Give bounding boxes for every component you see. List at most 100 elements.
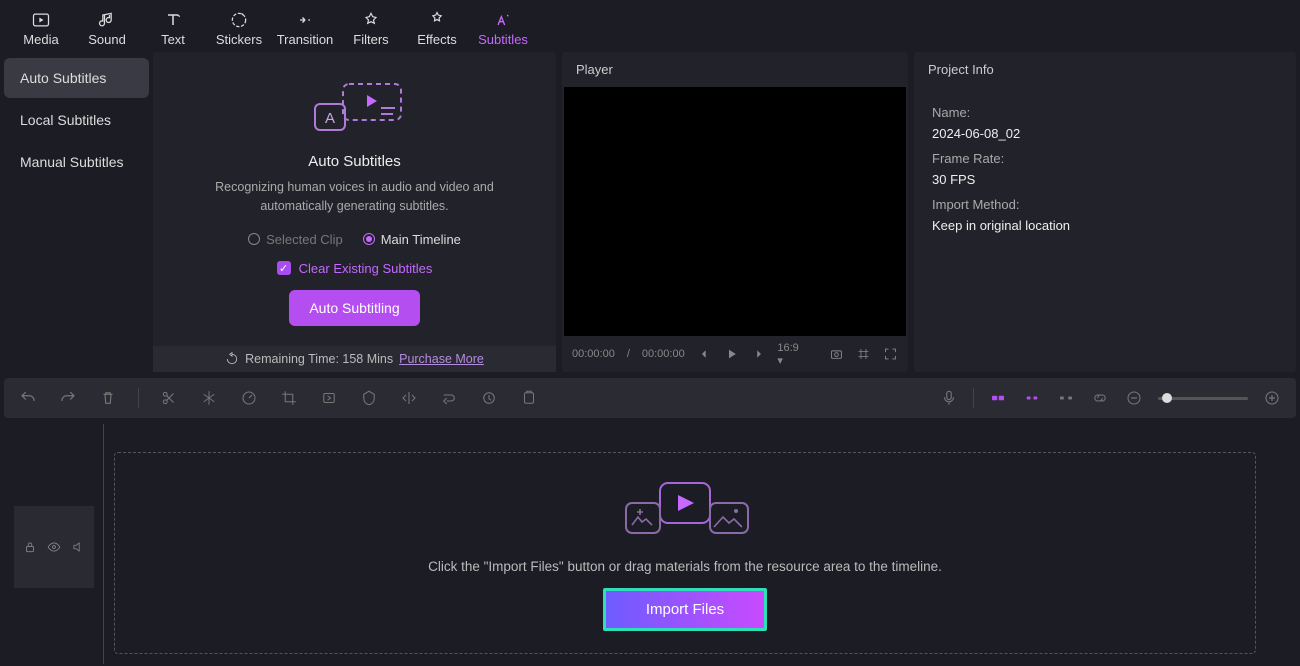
speed-icon[interactable] (239, 388, 259, 408)
tool-subtitles[interactable]: Subtitles (470, 4, 536, 52)
play-icon[interactable] (724, 346, 739, 362)
zoom-slider[interactable] (1158, 397, 1248, 400)
effects-icon (427, 10, 447, 30)
freeze-icon[interactable] (199, 388, 219, 408)
snap-icon[interactable] (1056, 388, 1076, 408)
magnet-small-icon[interactable] (1022, 388, 1042, 408)
magnet-large-icon[interactable] (988, 388, 1008, 408)
tool-label: Media (23, 32, 58, 47)
time-current: 00:00:00 (572, 348, 615, 360)
remaining-time-bar: Remaining Time: 158 Mins Purchase More (153, 346, 556, 372)
subtitles-icon (493, 10, 513, 30)
project-info-header: Project Info (914, 52, 1296, 87)
fps-label: Frame Rate: (932, 151, 1278, 166)
grid-icon[interactable] (856, 346, 871, 362)
text-icon (163, 10, 183, 30)
snapshot-icon[interactable] (829, 346, 844, 362)
checkmark-icon: ✓ (277, 261, 291, 275)
tool-effects[interactable]: Effects (404, 4, 470, 52)
zoom-out-icon[interactable] (1124, 388, 1144, 408)
marker-icon[interactable] (519, 388, 539, 408)
tool-label: Filters (353, 32, 388, 47)
timeline-toolbar (4, 378, 1296, 418)
import-method-label: Import Method: (932, 197, 1278, 212)
drop-zone-hero-icon (610, 475, 760, 545)
rotate-icon[interactable] (439, 388, 459, 408)
radio-label: Main Timeline (381, 232, 461, 247)
keyframe-icon[interactable] (479, 388, 499, 408)
eye-icon[interactable] (47, 540, 61, 554)
checkbox-label: Clear Existing Subtitles (299, 261, 433, 276)
zoom-thumb[interactable] (1162, 393, 1172, 403)
name-value: 2024-06-08_02 (932, 126, 1278, 141)
delete-icon[interactable] (98, 388, 118, 408)
auto-subtitles-panel: A Auto Subtitles Recognizing human voice… (153, 52, 556, 372)
track-header-column (4, 424, 104, 664)
refresh-icon (225, 352, 239, 366)
player-viewport[interactable] (564, 87, 906, 336)
auto-subtitling-button[interactable]: Auto Subtitling (289, 290, 419, 326)
tool-stickers[interactable]: Stickers (206, 4, 272, 52)
mute-icon[interactable] (71, 540, 85, 554)
tool-filters[interactable]: Filters (338, 4, 404, 52)
media-icon (31, 10, 51, 30)
tool-transition[interactable]: Transition (272, 4, 338, 52)
name-label: Name: (932, 105, 1278, 120)
radio-label: Selected Clip (266, 232, 343, 247)
tool-label: Stickers (216, 32, 262, 47)
filters-icon (361, 10, 381, 30)
import-files-button[interactable]: Import Files (603, 588, 767, 631)
project-info-panel: Project Info Name: 2024-06-08_02 Frame R… (914, 52, 1296, 372)
track-header (14, 506, 94, 588)
tool-label: Sound (88, 32, 126, 47)
import-method-value: Keep in original location (932, 218, 1278, 233)
lock-icon[interactable] (23, 540, 37, 554)
tab-manual-subtitles[interactable]: Manual Subtitles (4, 142, 149, 182)
tool-label: Effects (417, 32, 457, 47)
zoom-in-icon[interactable] (1262, 388, 1282, 408)
radio-main-timeline[interactable]: Main Timeline (363, 232, 461, 247)
stickers-icon (229, 10, 249, 30)
redo-icon[interactable] (58, 388, 78, 408)
crop-icon[interactable] (279, 388, 299, 408)
tool-media[interactable]: Media (8, 4, 74, 52)
tool-label: Text (161, 32, 185, 47)
split-icon[interactable] (159, 388, 179, 408)
reverse-icon[interactable] (319, 388, 339, 408)
tool-text[interactable]: Text (140, 4, 206, 52)
transition-icon (295, 10, 315, 30)
mask-icon[interactable] (359, 388, 379, 408)
prev-frame-icon[interactable] (697, 346, 712, 362)
checkbox-clear-existing[interactable]: ✓ Clear Existing Subtitles (277, 261, 433, 276)
mic-icon[interactable] (939, 388, 959, 408)
tool-sound[interactable]: Sound (74, 4, 140, 52)
auto-subtitles-title: Auto Subtitles (308, 153, 401, 170)
aspect-ratio[interactable]: 16:9 ▾ (777, 342, 805, 367)
time-total: 00:00:00 (642, 348, 685, 360)
next-frame-icon[interactable] (751, 346, 766, 362)
radio-icon (363, 233, 375, 245)
svg-text:A: A (324, 110, 334, 127)
subtitle-mode-tabs: Auto Subtitles Local Subtitles Manual Su… (4, 52, 149, 372)
undo-icon[interactable] (18, 388, 38, 408)
fps-value: 30 FPS (932, 172, 1278, 187)
tool-label: Transition (277, 32, 334, 47)
radio-icon (248, 233, 260, 245)
link-icon[interactable] (1090, 388, 1110, 408)
remaining-time-text: Remaining Time: 158 Mins (245, 352, 393, 366)
timeline-drop-zone[interactable]: Click the "Import Files" button or drag … (114, 452, 1256, 654)
tab-local-subtitles[interactable]: Local Subtitles (4, 100, 149, 140)
purchase-more-link[interactable]: Purchase More (399, 352, 484, 366)
tab-auto-subtitles[interactable]: Auto Subtitles (4, 58, 149, 98)
player-header: Player (562, 52, 908, 87)
auto-subtitles-hero-icon: A (305, 82, 405, 141)
player-panel: Player 00:00:00 / 00:00:00 16:9 ▾ (562, 52, 908, 372)
fullscreen-icon[interactable] (883, 346, 898, 362)
time-sep: / (627, 348, 630, 360)
sound-icon (97, 10, 117, 30)
tool-label: Subtitles (478, 32, 528, 47)
radio-selected-clip[interactable]: Selected Clip (248, 232, 343, 247)
auto-subtitles-desc: Recognizing human voices in audio and vi… (205, 178, 505, 216)
mirror-icon[interactable] (399, 388, 419, 408)
drop-zone-text: Click the "Import Files" button or drag … (428, 559, 942, 574)
